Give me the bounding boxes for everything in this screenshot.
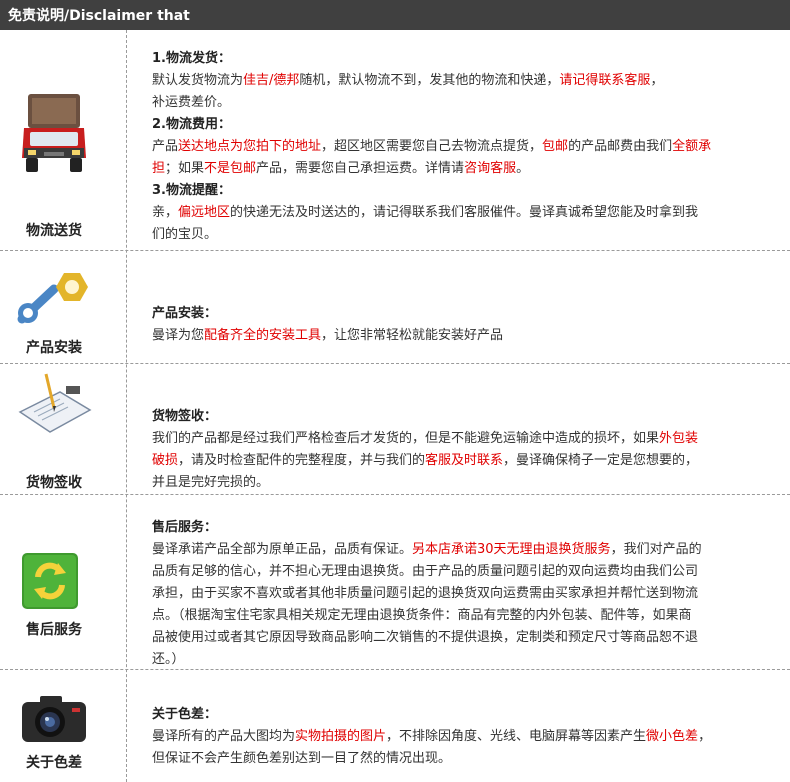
text: 。 [516,161,530,176]
signing-document-icon [14,372,94,446]
install-content: 产品安装： 曼译为您配备齐全的安装工具，让您非常轻松就能安装好产品 [152,303,772,347]
color-label: 关于色差 [26,755,82,771]
text: 并且是完好完损的。 [152,475,270,490]
highlight-text: 担 [152,161,166,176]
text: 产品，需要您自己承担运费。详情请 [256,161,465,176]
section-aftersale: 售后服务 售后服务： 曼译承诺产品全部为原单正品，品质有保证。另本店承诺30天无… [0,495,790,669]
text: 品质有足够的信心，并不担心无理由退换货。由于产品的质量问题引起的双向运费均由我们… [152,564,699,579]
highlight-text: 全额承 [672,139,712,154]
text: 们的宝贝。 [152,227,218,242]
highlight-text: 配备齐全的安装工具 [204,328,322,343]
logistics-label: 物流送货 [26,223,82,239]
header-bar: 免责说明/Disclaimer that [0,0,790,30]
item-title: 2.物流费用： [152,117,231,132]
highlight-text: 实物拍摄的图片 [295,729,387,744]
color-content: 关于色差： 曼译所有的产品大图均为实物拍摄的图片，不排除因角度、光线、电脑屏幕等… [152,704,772,770]
receipt-label: 货物签收 [26,475,82,491]
highlight-text: 微小色差 [646,729,699,744]
highlight-text: 客服及时联系 [425,453,504,468]
text: 但保证不会产生颜色差别达到一目了然的情况出现。 [152,751,452,766]
header-title: 免责说明/Disclaimer that [8,8,190,24]
text: 的产品邮费由我们 [568,139,673,154]
text: 曼译为您 [152,328,205,343]
text: 产品 [152,139,179,154]
text: 还。） [152,652,185,667]
text: 亲， [152,205,179,220]
section-receipt: 货物签收 货物签收： 我们的产品都是经过我们严格检查后才发货的，但是不能避免运输… [0,364,790,494]
text: 点。（根据淘宝住宅家具相关规定无理由退换货条件：商品有完整的内外包装、配件等，如… [152,608,692,623]
logistics-item-2: 2.物流费用： 产品送达地点为您拍下的地址，超区地区需要您自己去物流点提货，包邮… [152,114,772,180]
text: ，我们对产品的 [610,542,702,557]
item-title: 售后服务： [152,520,218,535]
highlight-text: 请记得联系客服 [559,73,651,88]
text: ；如果 [165,161,205,176]
highlight-text: 破损 [152,453,179,468]
section-color: 关于色差 关于色差： 曼译所有的产品大图均为实物拍摄的图片，不排除因角度、光线、… [0,670,790,782]
highlight-text: 外包装 [659,431,699,446]
item-title: 3.物流提醒： [152,183,231,198]
text: ，曼译确保椅子一定是您想要的， [503,453,699,468]
item-title: 关于色差： [152,707,218,722]
text: ，请及时检查配件的完整程度，并与我们的 [178,453,426,468]
highlight-text: 偏远地区 [178,205,231,220]
highlight-text: 包邮 [542,139,569,154]
text: ，让您非常轻松就能安装好产品 [321,328,504,343]
text: 我们的产品都是经过我们严格检查后才发货的，但是不能避免运输途中造成的损坏，如果 [152,431,660,446]
highlight-text: 不是包邮 [204,161,257,176]
wrench-nut-icon [14,267,94,331]
highlight-text: 另本店承诺30天无理由退换货服务 [412,542,611,557]
text: 随机，默认物流不到，发其他的物流和快递， [299,73,560,88]
highlight-text: 送达地点为您拍下的地址 [178,139,322,154]
text: 承担，由于买家不喜欢或者其他非质量问题引起的退换货双向运费需由买家承担并帮忙送到… [152,586,699,601]
section-install: 产品安装 产品安装： 曼译为您配备齐全的安装工具，让您非常轻松就能安装好产品 [0,251,790,363]
item-title: 货物签收： [152,409,218,424]
text: 品被使用过或者其它原因导致商品影响二次销售的不提供退换，定制类和预定尺寸等商品恕… [152,630,699,645]
logistics-content: 1.物流发货： 默认发货物流为佳吉/德邦随机，默认物流不到，发其他的物流和快递，… [152,48,772,246]
text: ，不排除因角度、光线、电脑屏幕等因素产生 [386,729,647,744]
aftersale-content: 售后服务： 曼译承诺产品全部为原单正品，品质有保证。另本店承诺30天无理由退换货… [152,517,772,671]
text: 补运费差价。 [152,95,231,110]
text: 默认发货物流为 [152,73,244,88]
text: ，超区地区需要您自己去物流点提货， [321,139,543,154]
section-logistics: 物流送货 1.物流发货： 默认发货物流为佳吉/德邦随机，默认物流不到，发其他的物… [0,30,790,250]
logistics-item-3: 3.物流提醒： 亲，偏远地区的快递无法及时送达的，请记得联系我们客服催件。曼译真… [152,180,772,246]
text: ， [650,73,664,88]
camera-icon [14,692,94,752]
receipt-content: 货物签收： 我们的产品都是经过我们严格检查后才发货的，但是不能避免运输途中造成的… [152,406,772,494]
text: 的快递无法及时送达的，请记得联系我们客服催件。曼译真诚希望您能及时拿到我 [230,205,699,220]
item-title: 产品安装： [152,306,218,321]
item-title: 1.物流发货： [152,51,231,66]
logistics-item-1: 1.物流发货： 默认发货物流为佳吉/德邦随机，默认物流不到，发其他的物流和快递，… [152,48,772,114]
install-label: 产品安装 [26,340,82,356]
highlight-text: 佳吉/德邦 [243,73,300,88]
delivery-truck-icon [14,88,94,182]
text: 曼译所有的产品大图均为 [152,729,296,744]
refresh-arrows-icon [14,551,94,621]
highlight-text: 咨询客服 [464,161,517,176]
text: 曼译承诺产品全部为原单正品，品质有保证。 [152,542,413,557]
aftersale-label: 售后服务 [26,622,82,638]
text: ， [698,729,712,744]
